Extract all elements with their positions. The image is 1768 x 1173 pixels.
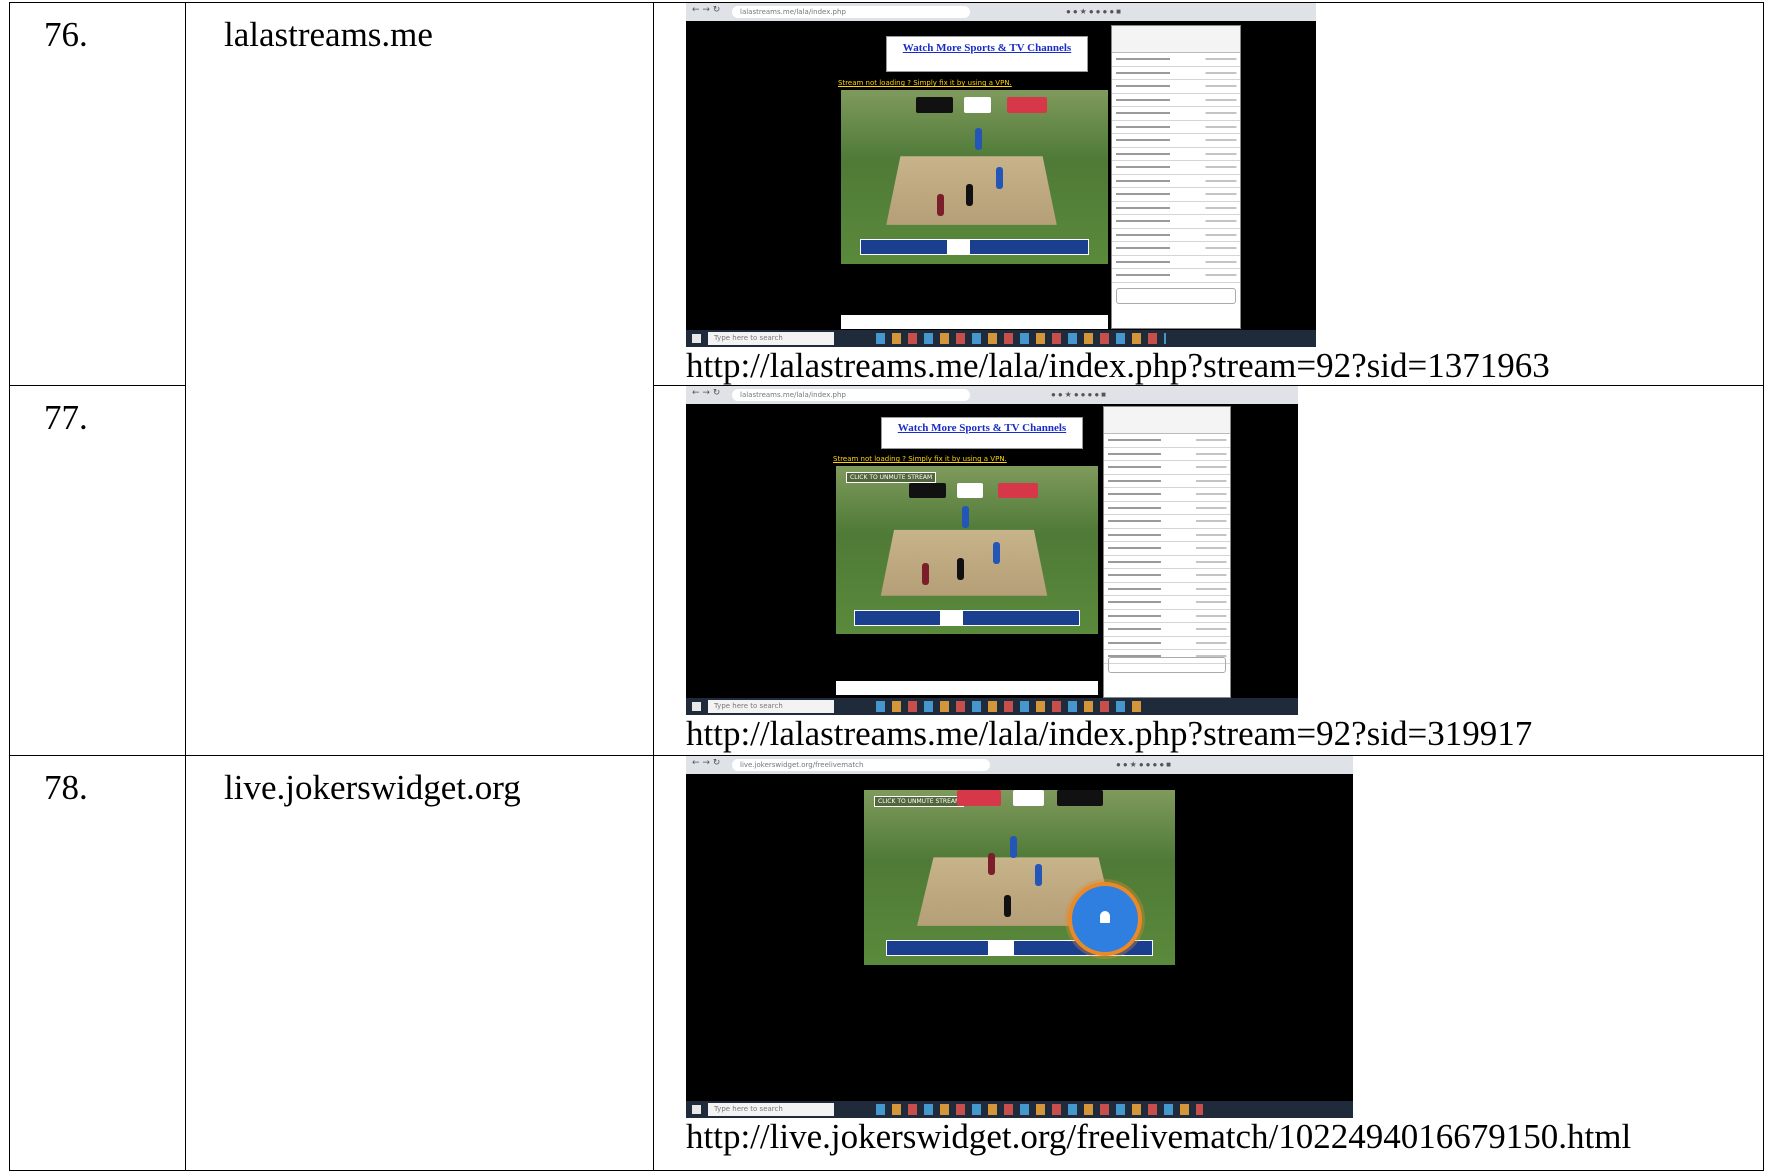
video-player: CLICK TO UNMUTE STREAM bbox=[836, 466, 1098, 634]
adboard bbox=[957, 790, 1001, 806]
site-name: live.jokerswidget.org bbox=[185, 755, 654, 1171]
taskbar-search: Type here to search bbox=[708, 332, 834, 345]
video-player bbox=[841, 90, 1108, 264]
unmute-button: CLICK TO UNMUTE STREAM bbox=[846, 472, 937, 483]
screenshot: ← → ↻ lalastreams.me/lala/index.php ●●★●… bbox=[686, 386, 1298, 715]
screenshot-cell: ← → ↻ lalastreams.me/lala/index.php ●●★●… bbox=[653, 2, 1764, 386]
notification-bell-icon bbox=[1072, 886, 1138, 952]
taskbar-app-icons bbox=[876, 701, 1148, 712]
adboard bbox=[998, 482, 1038, 498]
screenshot-cell: ← → ↻ lalastreams.me/lala/index.php ●●★●… bbox=[653, 385, 1764, 756]
screenshot-url: http://lalastreams.me/lala/index.php?str… bbox=[686, 346, 1550, 385]
adboard bbox=[915, 96, 954, 113]
taskbar: Type here to search bbox=[686, 330, 1316, 347]
row-number: 76. bbox=[9, 2, 186, 386]
extension-icons: ●●★●●●●■ bbox=[1116, 760, 1173, 769]
address-bar: lalastreams.me/lala/index.php bbox=[732, 389, 970, 401]
windows-start-icon bbox=[692, 334, 701, 343]
nav-arrows-icon: ← → ↻ bbox=[692, 758, 721, 768]
adboard bbox=[963, 96, 991, 113]
unmute-button: CLICK TO UNMUTE STREAM bbox=[874, 796, 965, 807]
screenshot: ← → ↻ live.jokerswidget.org/freelivematc… bbox=[686, 756, 1353, 1118]
screenshot-cell: ← → ↻ live.jokerswidget.org/freelivematc… bbox=[653, 755, 1764, 1171]
player-figure bbox=[995, 166, 1003, 189]
adboard bbox=[1013, 790, 1045, 806]
table-row: 76. lalastreams.me ← → ↻ lalastreams.me/… bbox=[9, 2, 1764, 756]
player-figure bbox=[988, 853, 996, 875]
address-bar: live.jokerswidget.org/freelivematch bbox=[732, 759, 990, 771]
player-figure bbox=[937, 194, 945, 217]
player-figure bbox=[922, 563, 930, 586]
browser-toolbar: ← → ↻ lalastreams.me/lala/index.php ●●★●… bbox=[686, 3, 1316, 21]
chat-input bbox=[1116, 288, 1236, 304]
taskbar-search: Type here to search bbox=[708, 1103, 834, 1116]
vpn-notice: Stream not loading ? Simply fix it by us… bbox=[838, 79, 1012, 87]
adboard bbox=[956, 482, 983, 498]
evidence-table: 76. lalastreams.me ← → ↻ lalastreams.me/… bbox=[9, 2, 1764, 1171]
chat-panel bbox=[1103, 406, 1231, 698]
vpn-notice: Stream not loading ? Simply fix it by us… bbox=[833, 455, 1007, 463]
extension-icons: ●●★●●●●■ bbox=[1066, 7, 1123, 16]
row-number: 78. bbox=[9, 755, 186, 1171]
sports-channels-banner: Watch More Sports & TV Channels bbox=[886, 36, 1088, 72]
player-figure bbox=[974, 128, 982, 151]
nav-arrows-icon: ← → ↻ bbox=[692, 388, 721, 398]
browser-toolbar: ← → ↻ live.jokerswidget.org/freelivematc… bbox=[686, 756, 1353, 774]
taskbar-app-icons bbox=[876, 333, 1166, 344]
chat-input bbox=[1108, 657, 1226, 673]
screenshot: ← → ↻ lalastreams.me/lala/index.php ●●★●… bbox=[686, 3, 1316, 347]
nav-arrows-icon: ← → ↻ bbox=[692, 5, 721, 15]
screenshot-url: http://live.jokerswidget.org/freelivemat… bbox=[686, 1117, 1632, 1156]
taskbar-search: Type here to search bbox=[708, 700, 834, 713]
stream-caption bbox=[836, 681, 1098, 695]
player-figure bbox=[961, 506, 969, 529]
extension-icons: ●●★●●●●■ bbox=[1051, 390, 1108, 399]
address-bar: lalastreams.me/lala/index.php bbox=[732, 6, 970, 18]
sports-channels-banner: Watch More Sports & TV Channels bbox=[881, 417, 1083, 449]
adboard bbox=[1006, 96, 1047, 113]
score-bar bbox=[859, 239, 1090, 256]
player-figure bbox=[966, 183, 974, 206]
pitch bbox=[881, 530, 1048, 596]
taskbar: Type here to search bbox=[686, 698, 1298, 715]
taskbar: Type here to search bbox=[686, 1101, 1353, 1118]
adboard bbox=[1056, 790, 1104, 806]
player-figure bbox=[1010, 835, 1018, 858]
stream-caption bbox=[841, 315, 1108, 329]
browser-toolbar: ← → ↻ lalastreams.me/lala/index.php ●●★●… bbox=[686, 386, 1298, 404]
adboard bbox=[909, 482, 947, 498]
player-figure bbox=[1003, 895, 1011, 917]
windows-start-icon bbox=[692, 702, 701, 711]
table-row: 78. live.jokerswidget.org ← → ↻ live.jok… bbox=[9, 755, 1764, 1171]
site-name: lalastreams.me bbox=[185, 2, 654, 756]
chat-panel bbox=[1111, 25, 1241, 329]
player-figure bbox=[956, 558, 964, 581]
taskbar-app-icons bbox=[876, 1104, 1203, 1115]
score-bar bbox=[854, 610, 1080, 626]
screenshot-url: http://lalastreams.me/lala/index.php?str… bbox=[686, 714, 1533, 753]
player-figure bbox=[1035, 863, 1043, 886]
windows-start-icon bbox=[692, 1105, 701, 1114]
player-figure bbox=[993, 541, 1001, 564]
row-number: 77. bbox=[9, 385, 186, 756]
